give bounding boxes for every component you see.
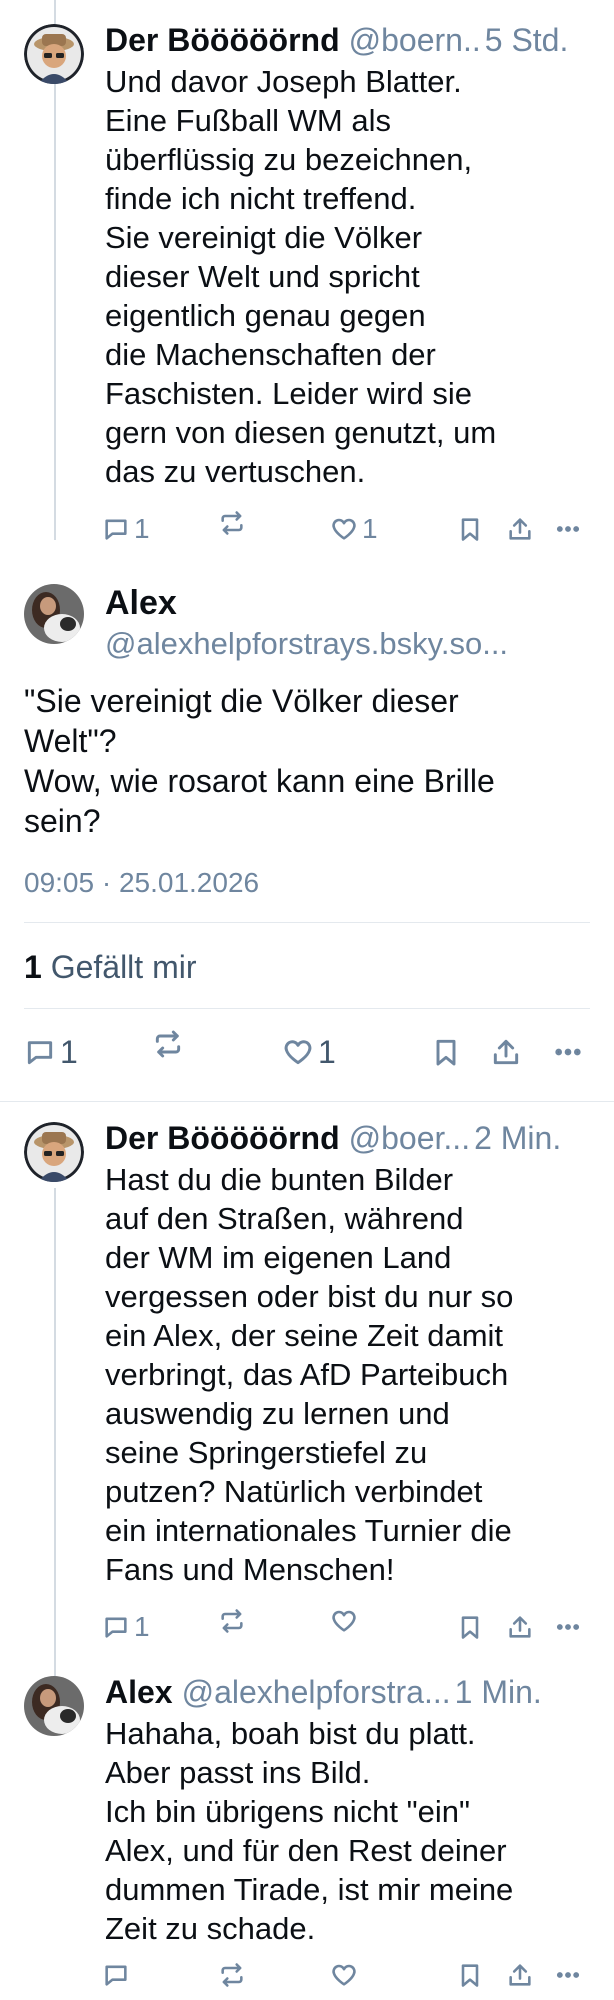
like-button[interactable] xyxy=(330,1604,358,1638)
repost-arrows-icon xyxy=(221,1963,243,1987)
author-name[interactable]: Der Bööööörnd xyxy=(105,1118,340,1158)
like-label: Gefällt mir xyxy=(50,949,197,985)
post-text: "Sie vereinigt die Völker dieser Welt"? … xyxy=(24,683,495,839)
repost-button[interactable] xyxy=(218,506,246,540)
repost-arrows-icon xyxy=(155,1030,181,1058)
bookmark-button[interactable] xyxy=(430,1035,462,1069)
reply-count: 1 xyxy=(60,1033,78,1070)
post-header: Der Bööööörnd @boer... 2 Min. xyxy=(105,1118,590,1158)
post-actions: 1 xyxy=(102,1609,590,1644)
reply-button[interactable]: 1 xyxy=(24,1033,78,1070)
like-button[interactable]: 1 xyxy=(282,1033,336,1070)
post-time[interactable]: 2 Min. xyxy=(474,1118,561,1158)
heart-icon xyxy=(332,518,356,540)
divider xyxy=(24,1008,590,1009)
share-icon xyxy=(493,1039,519,1065)
heart-icon xyxy=(284,1040,312,1065)
author-name[interactable]: Der Bööööörnd xyxy=(105,20,340,60)
bookmark-icon xyxy=(436,1039,456,1066)
repost-arrows-icon xyxy=(221,1609,243,1633)
ellipsis-icon xyxy=(555,1048,581,1056)
like-count: 1 xyxy=(318,1033,336,1070)
author-handle[interactable]: @alexhelpforstra... xyxy=(182,1672,451,1712)
like-button[interactable] xyxy=(330,1958,358,1992)
like-button[interactable]: 1 xyxy=(330,512,378,546)
like-summary[interactable]: 1 Gefällt mir xyxy=(24,949,196,986)
share-button[interactable] xyxy=(506,1610,534,1644)
avatar[interactable] xyxy=(24,1122,84,1182)
speech-bubble-icon xyxy=(27,1041,53,1065)
ellipsis-icon xyxy=(556,526,580,532)
ellipsis-icon xyxy=(556,1624,580,1630)
bookmark-button[interactable] xyxy=(456,512,484,546)
reply-count: 1 xyxy=(134,513,150,544)
bookmark-icon xyxy=(461,1616,479,1639)
share-button[interactable] xyxy=(506,1958,534,1992)
post-time[interactable]: 5 Std. xyxy=(485,20,569,60)
author-handle[interactable]: @boer... xyxy=(349,1118,470,1158)
post-datetime[interactable]: 09:05 · 25.01.2026 xyxy=(24,867,259,899)
more-button[interactable] xyxy=(554,1610,582,1644)
divider xyxy=(24,922,590,923)
share-icon xyxy=(509,518,531,540)
divider xyxy=(0,1101,614,1102)
repost-button[interactable] xyxy=(218,1604,246,1638)
thread-line xyxy=(54,1188,56,1688)
post-time[interactable]: 1 Min. xyxy=(455,1672,542,1712)
reply-button[interactable] xyxy=(102,1958,134,1992)
bookmark-icon xyxy=(461,518,479,541)
repost-button[interactable] xyxy=(152,1027,184,1061)
share-button[interactable] xyxy=(506,512,534,546)
repost-button[interactable] xyxy=(218,1958,246,1992)
author-handle[interactable]: @alexhelpforstrays.bsky.so... xyxy=(105,624,590,664)
more-button[interactable] xyxy=(552,1035,584,1069)
author-name[interactable]: Alex xyxy=(105,583,177,623)
ellipsis-icon xyxy=(556,1972,580,1978)
speech-bubble-icon xyxy=(105,1617,127,1638)
more-button[interactable] xyxy=(554,512,582,546)
reply-button[interactable]: 1 xyxy=(102,512,150,546)
like-total: 1 xyxy=(24,949,42,985)
avatar[interactable] xyxy=(24,24,84,84)
more-button[interactable] xyxy=(554,1958,582,1992)
post-header: Der Bööööörnd @boern.. 5 Std. xyxy=(105,20,590,60)
avatar[interactable] xyxy=(24,584,84,644)
share-button[interactable] xyxy=(490,1035,522,1069)
post-text: Hahaha, boah bist du platt. Aber passt i… xyxy=(105,1716,514,1946)
speech-bubble-icon xyxy=(105,1965,127,1986)
post-text: Und davor Joseph Blatter. Eine Fußball W… xyxy=(105,64,497,489)
heart-icon xyxy=(332,1964,356,1986)
post-actions: 1 1 xyxy=(102,511,590,546)
author-handle[interactable]: @boern.. xyxy=(349,20,481,60)
speech-bubble-icon xyxy=(105,519,127,540)
bookmark-button[interactable] xyxy=(456,1610,484,1644)
post-header: Alex @alexhelpforstra... 1 Min. xyxy=(105,1672,590,1712)
bookmark-icon xyxy=(461,1964,479,1987)
post-actions xyxy=(102,1958,590,1992)
post-text: Hast du die bunten Bilder auf den Straße… xyxy=(105,1162,514,1587)
heart-icon xyxy=(332,1610,356,1632)
avatar[interactable] xyxy=(24,1676,84,1736)
reply-button[interactable]: 1 xyxy=(102,1610,150,1644)
repost-arrows-icon xyxy=(221,511,243,535)
share-icon xyxy=(509,1964,531,1986)
post-actions: 1 1 xyxy=(24,1030,590,1075)
share-icon xyxy=(509,1616,531,1638)
author-name[interactable]: Alex xyxy=(105,1672,173,1712)
like-count: 1 xyxy=(362,513,378,544)
reply-count: 1 xyxy=(134,1611,150,1642)
bookmark-button[interactable] xyxy=(456,1958,484,1992)
